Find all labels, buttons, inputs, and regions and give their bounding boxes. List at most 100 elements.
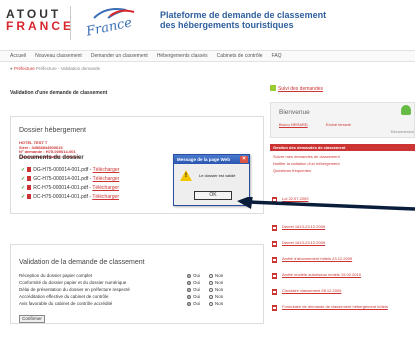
document-link-row[interactable]: Formulaire de demande de classement hébe…	[270, 304, 415, 314]
validation-row-label: Réception du dossier papier complet	[19, 273, 93, 278]
site-header: ATOUT FRANCE France Plateforme de demand…	[0, 0, 415, 50]
annotation-arrow-icon	[237, 197, 415, 211]
nav-accueil[interactable]: Accueil	[10, 51, 26, 62]
radio-selected-icon	[187, 294, 191, 299]
download-link[interactable]: Télécharger	[92, 194, 119, 200]
logout-link[interactable]: Déconnexion	[391, 129, 414, 134]
ok-button[interactable]: OK	[194, 191, 232, 200]
document-name: GC-H75-000014-001.pdf	[33, 176, 89, 182]
suivi-demandes-link[interactable]: Suivi des demandes	[278, 86, 323, 92]
nav-faq[interactable]: FAQ	[272, 51, 282, 62]
user-avatar-icon	[401, 105, 411, 115]
download-link[interactable]: Télécharger	[92, 185, 119, 191]
welcome-role: Ecrivé terrané	[326, 122, 351, 127]
close-icon[interactable]: ×	[240, 156, 248, 163]
download-link[interactable]: Télécharger	[93, 167, 120, 173]
gestion-link[interactable]: Questions fréquentes	[273, 168, 311, 173]
radio-selected-icon	[187, 273, 191, 278]
radio-unselected-icon	[209, 273, 213, 278]
gestion-link[interactable]: Suivre mes demandes de classement	[273, 154, 340, 159]
document-link-row[interactable]: Arrêté modèle autoriseau motels 19.02.20…	[270, 272, 415, 282]
validation-row: Conformité du dossier papier et du dossi…	[19, 280, 259, 286]
radio-oui-label: Oui	[193, 280, 201, 285]
radio-selected-icon	[187, 280, 191, 285]
document-link-label: Arrêté modèle autoriseau motels 19.02.20…	[282, 272, 361, 277]
pdf-icon	[272, 241, 277, 247]
radio-non-label: Non	[215, 294, 224, 299]
radio-oui[interactable]: Oui	[187, 280, 200, 285]
page-title: Validation d'une demande de classement	[10, 90, 108, 96]
document-link-row[interactable]: Arrêté d'abonnement hôtels 23.12.2009	[270, 256, 415, 266]
platform-title-line1: Plateforme de demande de classement	[160, 10, 327, 20]
radio-non[interactable]: Non	[209, 280, 223, 285]
pdf-icon	[272, 289, 277, 295]
documents-title: Documents du dossier	[19, 155, 84, 161]
document-link-label: Arrêté d'abonnement hôtels 23.12.2009	[282, 256, 353, 261]
dialog-titlebar[interactable]: Message de la page Web ×	[174, 155, 249, 164]
atout-france-logo[interactable]: ATOUT FRANCE	[6, 8, 74, 33]
validation-row: Avis favorable du cabinet de contrôle ac…	[19, 301, 259, 307]
pdf-icon	[27, 167, 32, 172]
radio-oui-label: Oui	[193, 294, 201, 299]
validation-row-label: Délai de présentation du dossier en préf…	[19, 287, 130, 292]
pdf-icon	[272, 257, 277, 263]
platform-title: Plateforme de demande de classement des …	[160, 10, 326, 30]
document-name: DG-H75-000014-001.pdf	[33, 167, 89, 173]
radio-unselected-icon	[209, 301, 213, 306]
radio-non[interactable]: Non	[209, 294, 223, 299]
document-name: DC-H75-000014-001.pdf	[33, 194, 88, 200]
validation-row-label: Accréditation effective du cabinet de co…	[19, 294, 109, 299]
radio-oui-label: Oui	[193, 273, 201, 278]
radio-non[interactable]: Non	[209, 287, 223, 292]
document-link-row[interactable]: Circulaire classement 28.12.2009	[270, 288, 415, 298]
radio-selected-icon	[187, 287, 191, 292]
radio-unselected-icon	[209, 287, 213, 292]
radio-oui[interactable]: Oui	[187, 301, 200, 306]
warning-icon: !	[180, 170, 192, 181]
document-item: ✓ DC-H75-000014-001.pdf - Télécharger	[21, 194, 120, 200]
radio-non[interactable]: Non	[209, 301, 223, 306]
validation-panel: Validation de la demande de classement R…	[10, 244, 264, 324]
document-name: RC-H75-000014-001.pdf	[33, 185, 88, 191]
gestion-link[interactable]: Notifier la radiation d'un hébergement	[273, 161, 340, 166]
validation-row-label: Avis favorable du cabinet de contrôle ac…	[19, 301, 113, 306]
checkmark-icon: ✓	[21, 167, 26, 173]
validation-row: Délai de présentation du dossier en préf…	[19, 287, 259, 293]
radio-oui[interactable]: Oui	[187, 273, 200, 278]
nav-demander-classement[interactable]: Demander un classement	[91, 51, 148, 62]
dossier-title: Dossier hébergement	[19, 127, 86, 134]
checkmark-icon: ✓	[21, 185, 26, 191]
nav-cabinets-controle[interactable]: Cabinets de contrôle	[217, 51, 263, 62]
suivi-icon	[270, 85, 276, 91]
document-link-row[interactable]: Décret 1613-23.12.2009	[270, 240, 415, 250]
validation-row: Réception du dossier papier complet Oui …	[19, 273, 259, 279]
radio-selected-icon	[187, 301, 191, 306]
document-item: ✓ GC-H75-000014-001.pdf - Télécharger	[21, 176, 120, 182]
pdf-icon	[27, 194, 32, 199]
document-link-label: Décret 1613-23.12.2009	[282, 240, 326, 245]
radio-oui[interactable]: Oui	[187, 294, 200, 299]
welcome-title: Bienvenue	[279, 109, 310, 116]
breadcrumb-link[interactable]: Préfecture	[14, 66, 35, 71]
welcome-user-link[interactable]: Bruno HERARD	[279, 122, 308, 127]
pdf-icon	[272, 273, 277, 279]
radio-oui[interactable]: Oui	[187, 287, 200, 292]
radio-non-label: Non	[215, 280, 224, 285]
radio-non-label: Non	[215, 287, 224, 292]
pdf-icon	[27, 185, 32, 190]
nav-hebergements-classes[interactable]: Hébergements classés	[157, 51, 208, 62]
radio-non[interactable]: Non	[209, 273, 223, 278]
validation-row: Accréditation effective du cabinet de co…	[19, 294, 259, 300]
france-logo: France	[85, 4, 142, 42]
logo-bottom-text: FRANCE	[6, 19, 74, 33]
breadcrumb: ● Préfecture Préfecture - Validation dem…	[10, 66, 100, 71]
document-link-label: Circulaire classement 28.12.2009	[282, 288, 342, 293]
welcome-box: Bienvenue Bruno HERARD Ecrivé terrané Dé…	[270, 102, 415, 138]
breadcrumb-rest: Préfecture - Validation demande	[34, 66, 101, 71]
validation-row-label: Conformité du dossier papier et du dossi…	[19, 280, 127, 285]
nav-nouveau-classement[interactable]: Nouveau classement	[35, 51, 82, 62]
radio-oui-label: Oui	[193, 301, 201, 306]
download-link[interactable]: Télécharger	[93, 176, 120, 182]
confirm-button[interactable]: Confirmer	[19, 315, 45, 323]
validation-title: Validation de la demande de classement	[19, 259, 145, 266]
